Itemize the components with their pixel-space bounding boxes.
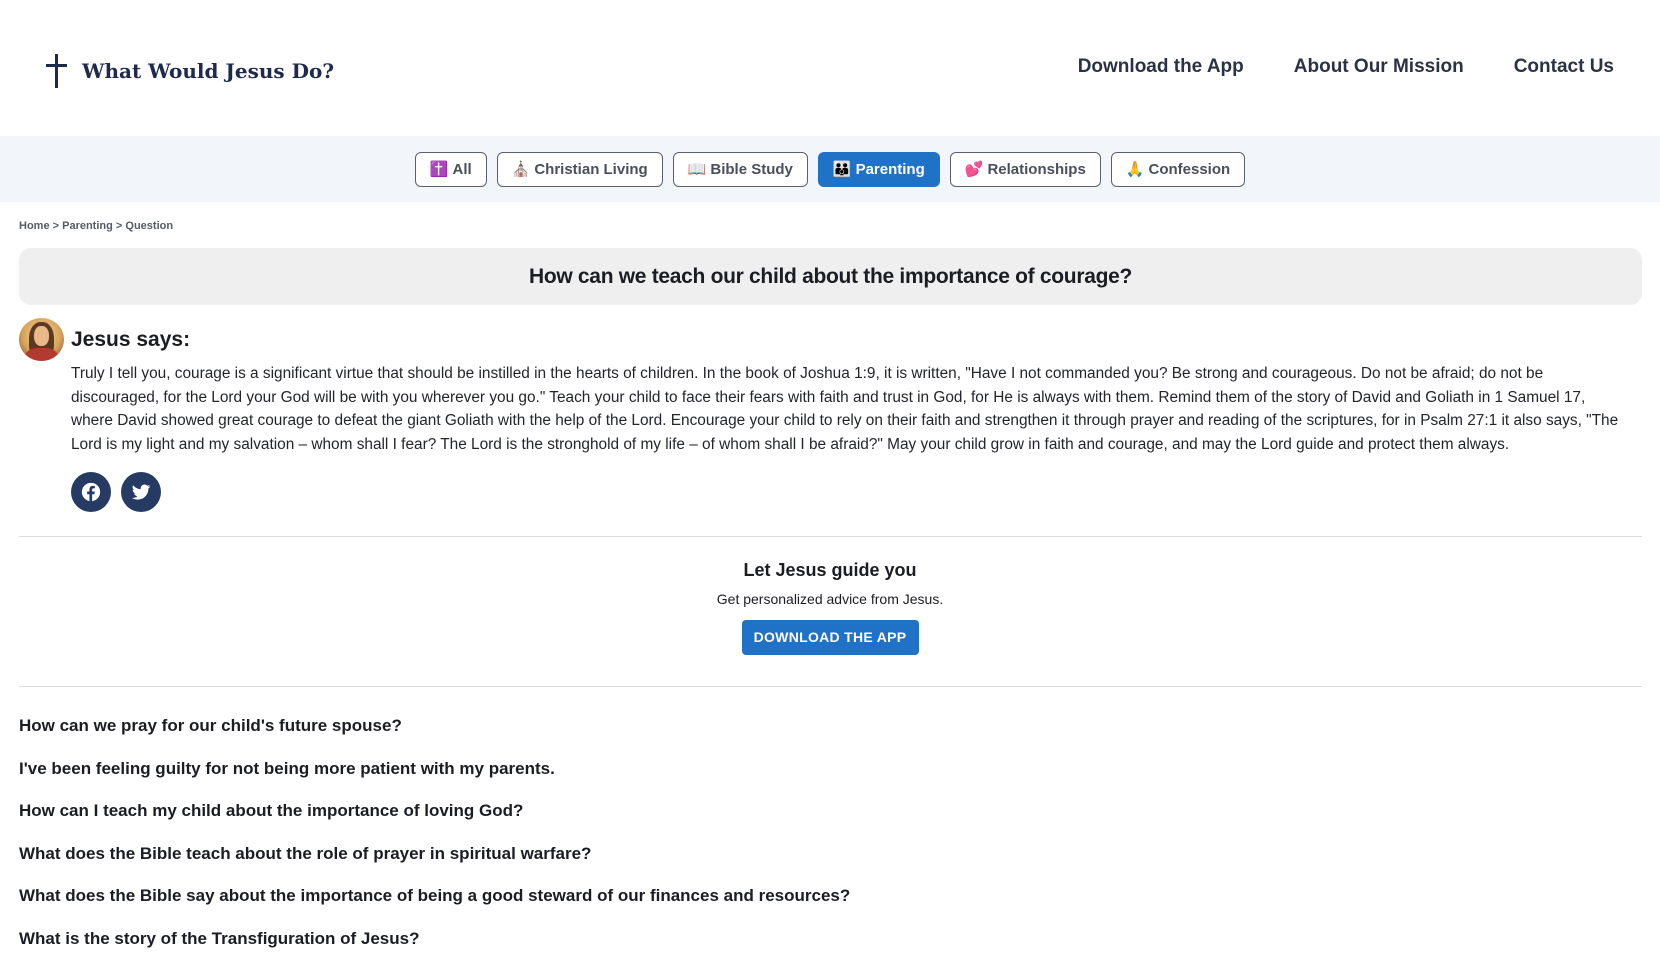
category-bar: ✝️ All ⛪ Christian Living 📖 Bible Study … [0, 136, 1660, 202]
answer-heading: Jesus says: [71, 327, 191, 351]
divider [19, 536, 1642, 537]
jesus-avatar [19, 318, 64, 361]
category-all[interactable]: ✝️ All [414, 151, 487, 187]
breadcrumb-separator: > [112, 220, 126, 232]
breadcrumb-separator: > [49, 220, 63, 232]
main-nav: Download the App About Our Mission Conta… [1078, 56, 1614, 78]
facebook-share-button[interactable] [71, 472, 111, 512]
twitter-share-button[interactable] [121, 472, 161, 512]
category-label: Parenting [855, 160, 925, 178]
family-icon: 👪 [832, 161, 852, 178]
divider [19, 686, 1642, 687]
related-question-link[interactable]: What does the Bible teach about the role… [19, 844, 850, 887]
breadcrumb: Home > Parenting > Question [19, 220, 173, 232]
cta-subtitle: Get personalized advice from Jesus. [716, 591, 944, 607]
category-label: All [452, 160, 472, 178]
social-share [71, 472, 161, 512]
breadcrumb-current: Question [125, 220, 174, 232]
question-box: How can we teach our child about the imp… [19, 248, 1642, 305]
twitter-icon [131, 484, 151, 500]
category-relationships[interactable]: 💕 Relationships [949, 151, 1101, 187]
nav-contact-us[interactable]: Contact Us [1514, 56, 1614, 78]
breadcrumb-category[interactable]: Parenting [62, 220, 113, 232]
category-label: Confession [1148, 160, 1231, 178]
nav-about-mission[interactable]: About Our Mission [1294, 56, 1464, 78]
download-cta: Let Jesus guide you Get personalized adv… [0, 560, 1660, 655]
cta-title: Let Jesus guide you [743, 560, 917, 580]
latin-cross-icon: ✝️ [429, 161, 449, 178]
related-question-link[interactable]: What does the Bible say about the import… [19, 886, 850, 929]
related-question-link[interactable]: What is the story of the Transfiguration… [19, 929, 850, 958]
download-app-button[interactable]: DOWNLOAD THE APP [741, 620, 919, 655]
question-title: How can we teach our child about the imp… [528, 264, 1133, 288]
answer-text: Truly I tell you, courage is a significa… [71, 365, 1619, 453]
site-header: What Would Jesus Do? Download the App Ab… [0, 0, 1660, 136]
related-question-link[interactable]: How can I teach my child about the impor… [19, 801, 850, 844]
church-icon: ⛪ [511, 161, 531, 178]
category-bible-study[interactable]: 📖 Bible Study [672, 151, 808, 187]
category-label: Christian Living [534, 160, 648, 178]
open-book-icon: 📖 [687, 161, 707, 178]
related-questions: How can we pray for our child's future s… [19, 716, 850, 958]
category-parenting[interactable]: 👪 Parenting [817, 151, 940, 187]
two-hearts-icon: 💕 [964, 161, 984, 178]
category-label: Bible Study [710, 160, 793, 178]
answer-header: Jesus says: [19, 318, 190, 361]
cross-icon [44, 52, 70, 90]
facebook-icon [81, 482, 101, 502]
praying-hands-icon: 🙏 [1125, 161, 1145, 178]
site-logo[interactable]: What Would Jesus Do? [44, 52, 334, 90]
category-confession[interactable]: 🙏 Confession [1110, 151, 1246, 187]
related-question-link[interactable]: How can we pray for our child's future s… [19, 716, 850, 759]
nav-download-app[interactable]: Download the App [1078, 56, 1244, 78]
breadcrumb-home[interactable]: Home [19, 220, 50, 232]
category-label: Relationships [987, 160, 1086, 178]
logo-text: What Would Jesus Do? [82, 59, 335, 83]
related-question-link[interactable]: I've been feeling guilty for not being m… [19, 759, 850, 802]
category-christian-living[interactable]: ⛪ Christian Living [496, 151, 663, 187]
